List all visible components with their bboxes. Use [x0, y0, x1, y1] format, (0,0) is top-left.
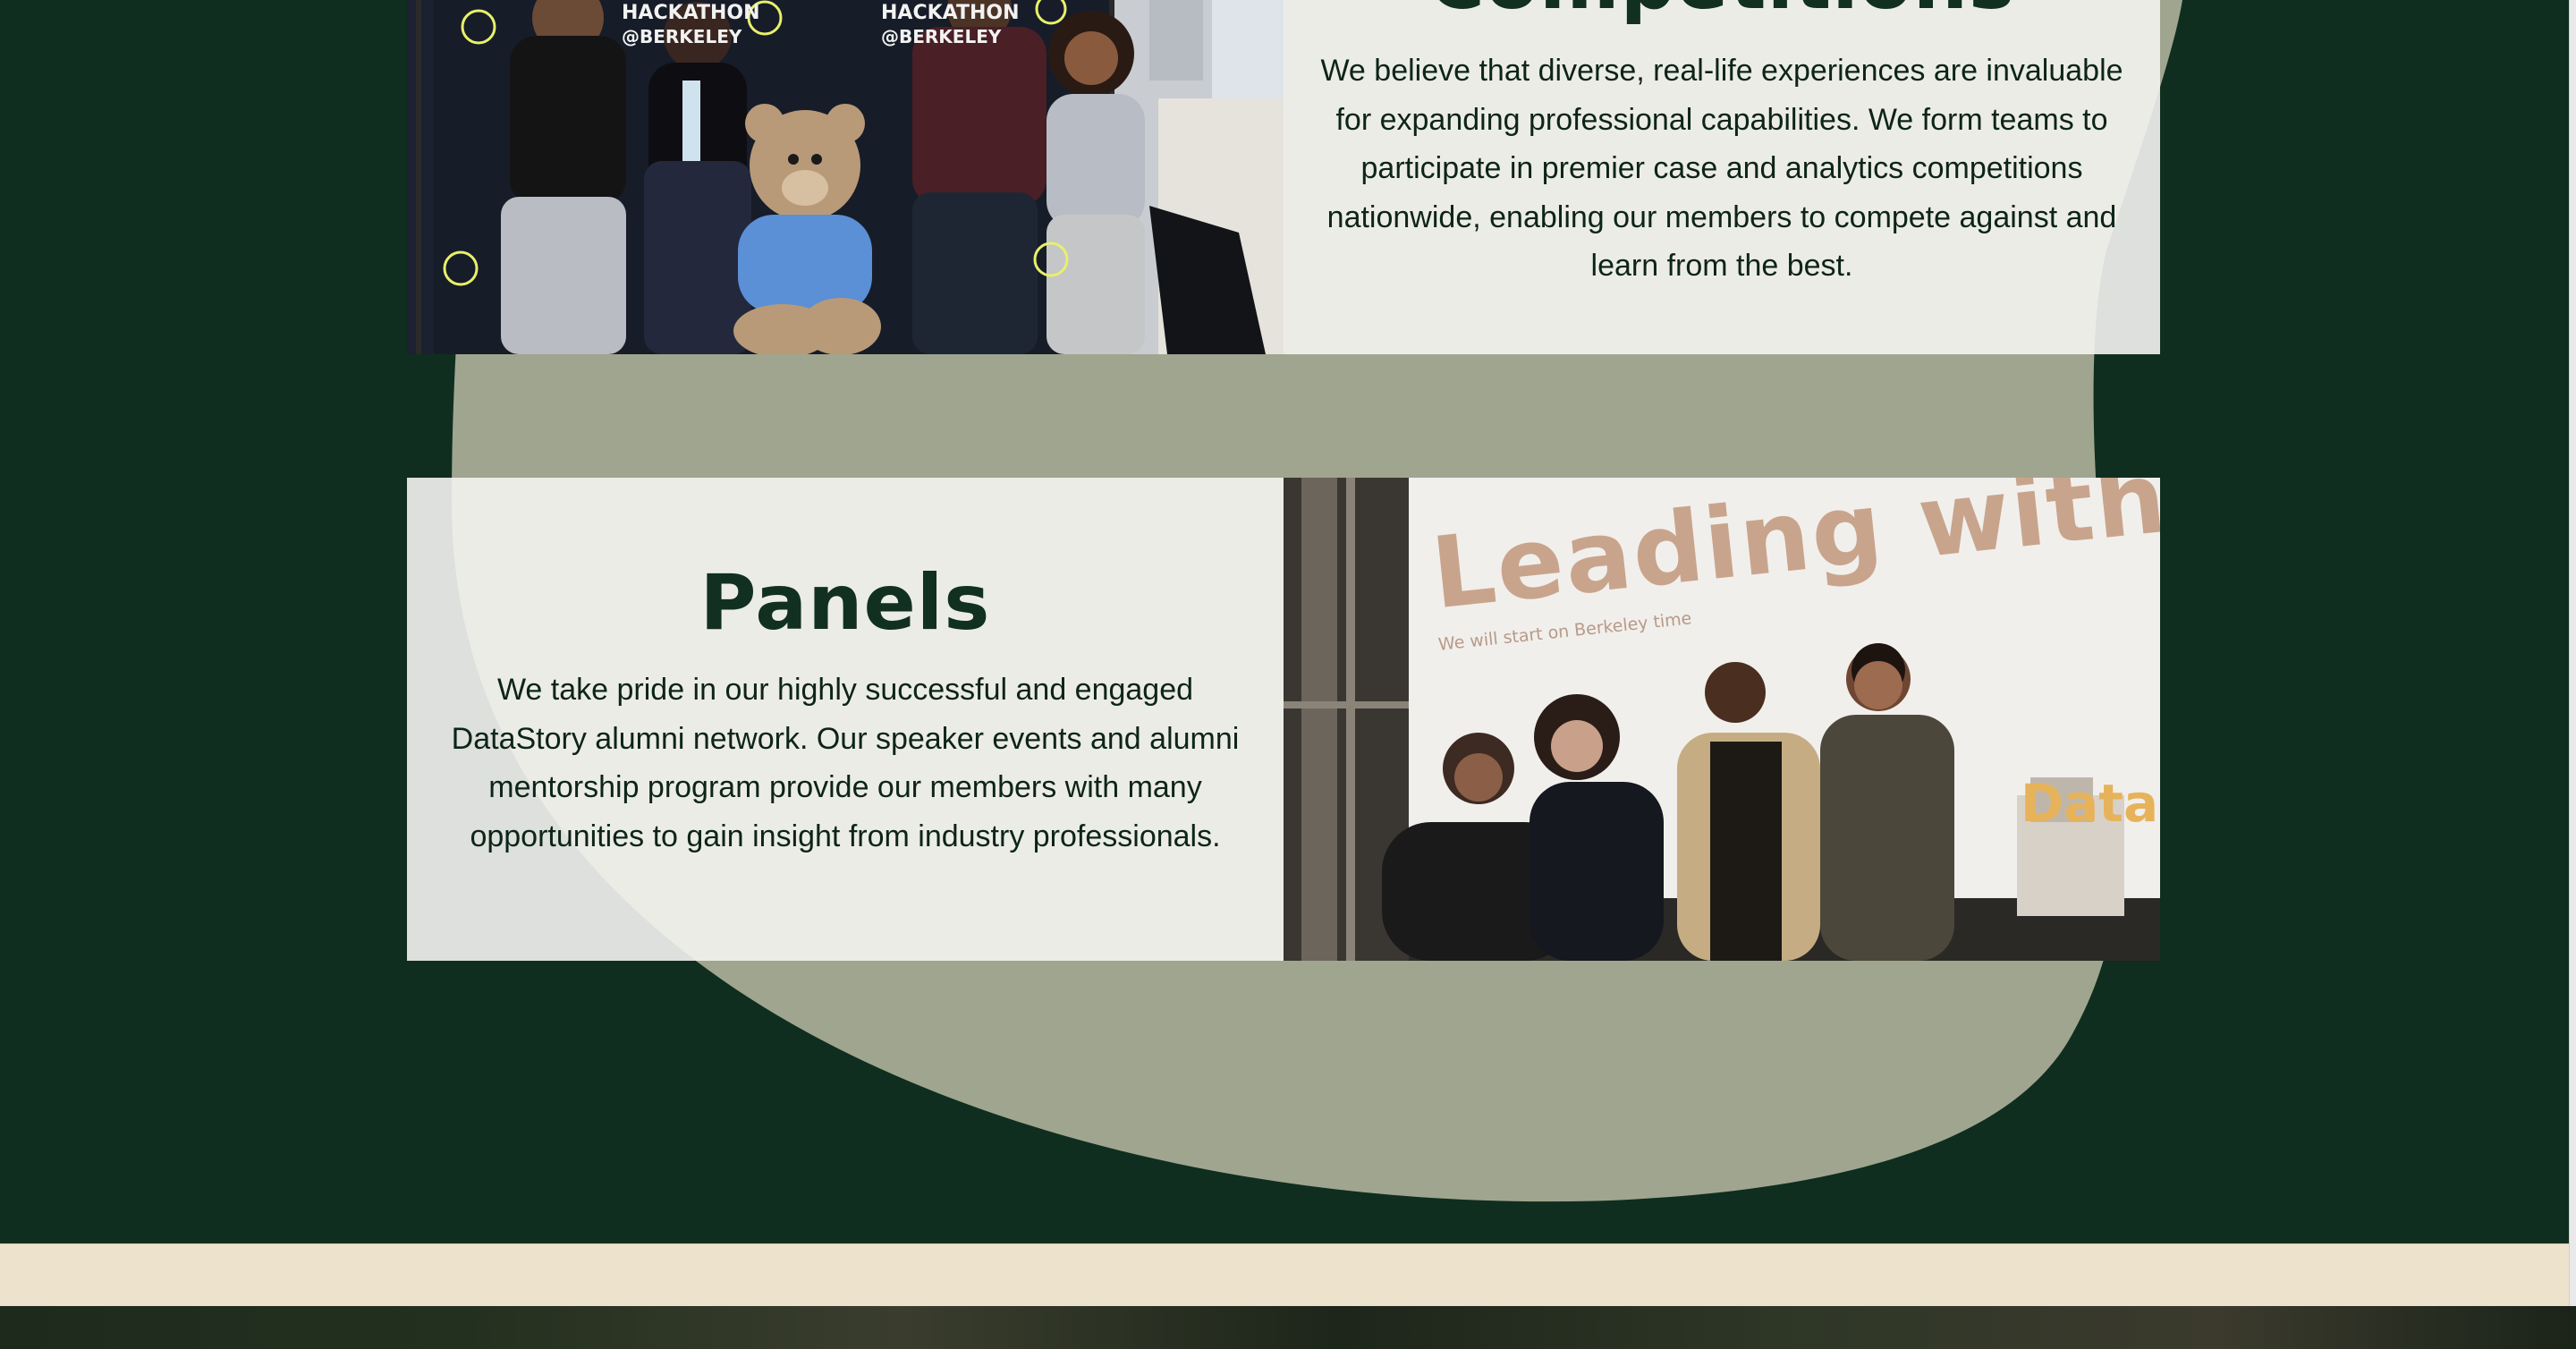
panels-description: We take pride in our highly successful a…: [451, 673, 1240, 853]
scrollbar-track[interactable]: [2569, 0, 2576, 1322]
competitions-heading: Competitions: [1284, 0, 2160, 27]
competitions-description: We believe that diverse, real-life exper…: [1320, 54, 2123, 283]
backdrop-text-hackathon: HACKATHON: [622, 2, 760, 24]
panel-event-photo: Leading with Data We will start on Berke…: [1284, 478, 2160, 961]
hackathon-photo: HACKATHON @BERKELEY HACKATHON @BERKELEY: [407, 0, 1284, 354]
competitions-card: Competitions We believe that diverse, re…: [1284, 0, 2160, 354]
page: HACKATHON @BERKELEY HACKATHON @BERKELEY …: [0, 0, 2576, 1349]
panels-heading: Panels: [699, 558, 991, 648]
screen-logo: Data: [2021, 773, 2159, 834]
backdrop-text-berkeley: @BERKELEY: [622, 26, 742, 47]
site-content: HACKATHON @BERKELEY HACKATHON @BERKELEY …: [0, 0, 2569, 1322]
panels-card: Panels We take pride in our highly succe…: [407, 478, 1284, 961]
backdrop-text-hackathon-2: HACKATHON: [881, 2, 1020, 24]
background-photo-strip: [0, 1306, 2576, 1349]
backdrop-text-berkeley-2: @BERKELEY: [881, 26, 1002, 47]
